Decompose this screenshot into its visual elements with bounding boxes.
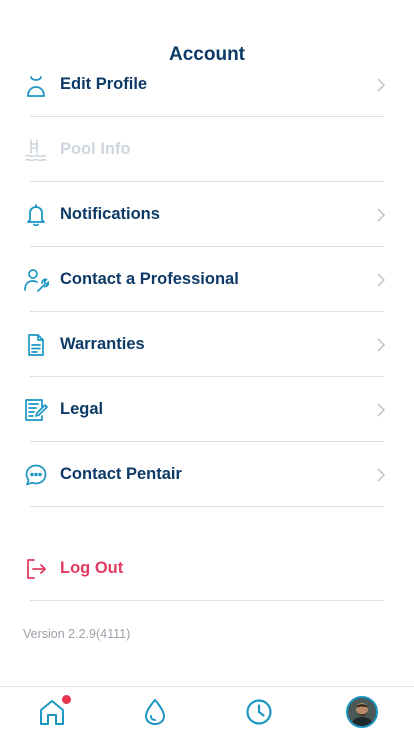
chevron-right-icon <box>376 467 386 483</box>
tab-history[interactable] <box>207 687 311 737</box>
menu-item-edit-profile[interactable]: Edit Profile <box>0 52 414 117</box>
menu-item-label: Legal <box>60 400 104 418</box>
menu-item-label: Warranties <box>60 335 145 353</box>
menu-item-label: Contact Pentair <box>60 465 182 483</box>
chevron-right-icon <box>376 337 386 353</box>
clock-icon <box>245 698 273 726</box>
tab-water[interactable] <box>103 687 207 737</box>
tab-bar <box>0 686 414 737</box>
menu-item-notifications[interactable]: Notifications <box>0 182 414 247</box>
menu-item-label: Edit Profile <box>60 75 148 93</box>
menu-item-pool-info: Pool Info <box>0 117 414 182</box>
menu-item-label: Notifications <box>60 205 160 223</box>
logout-button[interactable]: Log Out <box>0 536 414 601</box>
tab-account[interactable] <box>310 687 414 737</box>
tab-home[interactable] <box>0 687 104 737</box>
menu-item-legal[interactable]: Legal <box>0 377 414 442</box>
menu-item-label: Contact a Professional <box>60 270 239 288</box>
notification-badge <box>62 695 71 704</box>
logout-label: Log Out <box>60 559 124 577</box>
divider <box>30 506 384 507</box>
avatar <box>346 696 378 728</box>
chevron-right-icon <box>376 207 386 223</box>
divider <box>30 600 384 601</box>
menu-item-contact-pentair[interactable]: Contact Pentair <box>0 442 414 507</box>
profile-icon <box>23 74 49 100</box>
menu-item-warranties[interactable]: Warranties <box>0 312 414 377</box>
chevron-right-icon <box>376 272 386 288</box>
menu-item-contact-professional[interactable]: Contact a Professional <box>0 247 414 312</box>
chevron-right-icon <box>376 402 386 418</box>
home-icon <box>37 695 71 727</box>
water-drop-icon <box>142 698 168 726</box>
menu-item-label: Pool Info <box>60 140 131 158</box>
chat-bubble-icon <box>23 462 49 488</box>
pool-ladder-icon <box>23 137 49 163</box>
bell-icon <box>23 202 49 228</box>
technician-icon <box>23 267 49 293</box>
document-icon <box>23 332 49 358</box>
legal-doc-icon <box>23 397 49 423</box>
logout-icon <box>23 556 49 582</box>
chevron-right-icon <box>376 77 386 93</box>
version-text: Version 2.2.9(4111) <box>23 627 131 641</box>
